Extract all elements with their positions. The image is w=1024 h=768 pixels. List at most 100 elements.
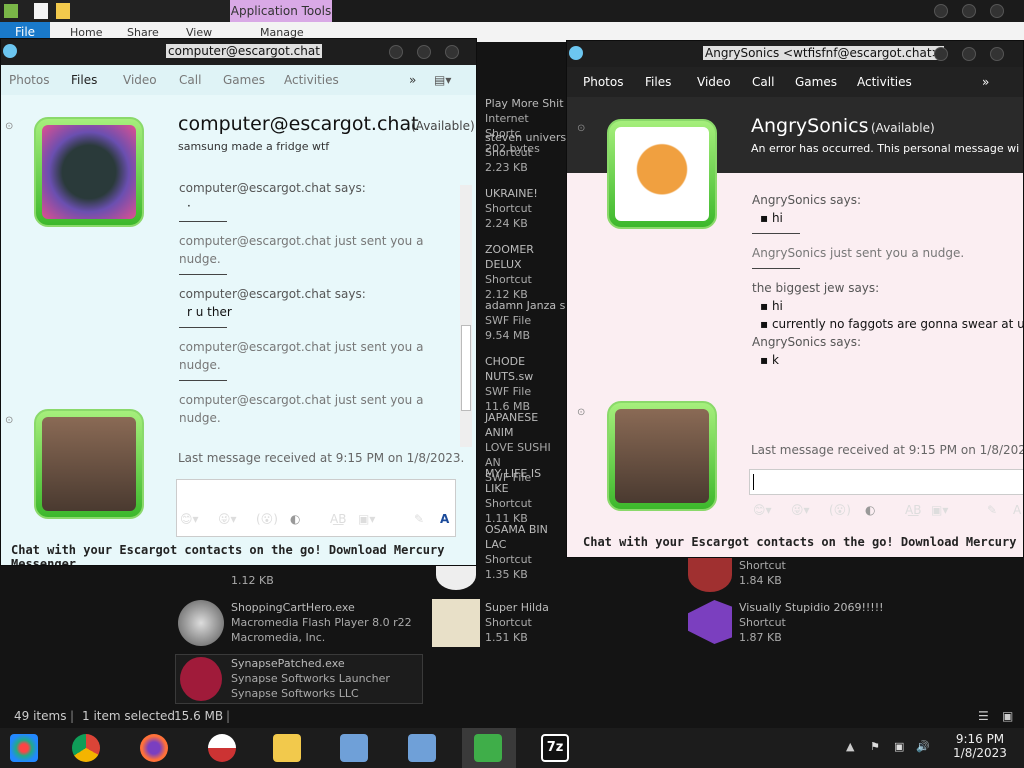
- list-item[interactable]: JAPANESE ANIM LOVE SUSHI AN SWF File: [485, 410, 567, 484]
- message-text: hi: [771, 299, 783, 313]
- network-icon[interactable]: ▣: [894, 740, 904, 753]
- wink-icon[interactable]: 😜▾: [218, 512, 237, 526]
- emoticon-icon[interactable]: 😊▾: [753, 503, 772, 517]
- chrome-icon[interactable]: [72, 734, 100, 762]
- list-item[interactable]: steven univers Shortcut 2.23 KB: [485, 130, 567, 186]
- selection-size: 15.6 MB: [174, 709, 224, 723]
- nav-activities[interactable]: Activities: [284, 73, 339, 87]
- close-icon[interactable]: [990, 4, 1004, 18]
- nav-games[interactable]: Games: [795, 75, 837, 89]
- footer-banner[interactable]: Chat with your Escargot contacts on the …: [11, 543, 476, 565]
- collapse-icon[interactable]: ⊙: [5, 121, 13, 132]
- clock[interactable]: 9:16 PM 1/8/2023: [950, 732, 1010, 760]
- super-hilda-icon: [432, 599, 480, 647]
- font-icon[interactable]: A͟B: [330, 512, 346, 526]
- 7zip-icon[interactable]: 7z: [541, 734, 569, 762]
- message-sender: computer@escargot.chat says:: [179, 287, 366, 301]
- footer-banner[interactable]: Chat with your Escargot contacts on the …: [583, 535, 1023, 549]
- wink-icon[interactable]: 😜▾: [791, 503, 810, 517]
- nudge-notice-cont: nudge.: [179, 252, 221, 266]
- start-icon[interactable]: [10, 734, 38, 762]
- folder-icon[interactable]: [56, 3, 70, 19]
- flag-icon[interactable]: ⚑: [870, 740, 880, 753]
- obama-icon[interactable]: [208, 734, 236, 762]
- volume-icon[interactable]: 🔊: [916, 740, 930, 753]
- nudge-icon[interactable]: ◐: [290, 512, 300, 526]
- list-item[interactable]: adamn Janza s SWF File 9.54 MB: [485, 298, 567, 354]
- menu-icon[interactable]: ▤▾: [434, 73, 451, 87]
- message-history: computer@escargot.chat says: · computer@…: [179, 179, 459, 427]
- escargot-messenger-icon[interactable]: [474, 734, 502, 762]
- message-body: ▪ hi: [760, 299, 783, 313]
- text-format-icon[interactable]: A: [440, 512, 449, 526]
- application-tools-tab[interactable]: Application Tools: [230, 0, 332, 22]
- more-icon[interactable]: »: [982, 75, 989, 89]
- avatar-image: [42, 417, 136, 511]
- collapse-icon[interactable]: ⊙: [577, 123, 585, 134]
- list-item[interactable]: Play More Shit Internet Shortc 202 bytes: [485, 72, 567, 155]
- minimize-icon[interactable]: [389, 45, 403, 59]
- nav-games[interactable]: Games: [223, 73, 265, 87]
- nav-call[interactable]: Call: [179, 73, 201, 87]
- shortcut-icon: [688, 558, 732, 592]
- emoticon-icon[interactable]: 😊▾: [180, 512, 199, 526]
- list-item[interactable]: SynapsePatched.exe Synapse Softworks Laun…: [231, 656, 390, 701]
- message-history: AngrySonics says: ▪ hi AngrySonics just …: [752, 191, 1023, 369]
- network-app-icon[interactable]: [340, 734, 368, 762]
- voice-clip-icon[interactable]: (😮): [256, 512, 278, 526]
- close-icon[interactable]: [990, 47, 1004, 61]
- network-app-icon[interactable]: [408, 734, 436, 762]
- list-item[interactable]: MY LIFE IS LIKE Shortcut 1.11 KB: [485, 466, 567, 525]
- list-item[interactable]: 1.12 KB: [231, 573, 274, 588]
- list-item[interactable]: UKRAINE! Shortcut 2.24 KB: [485, 186, 567, 242]
- nav-call[interactable]: Call: [752, 75, 774, 89]
- list-item[interactable]: Visually Stupidio 2069!!!!! Shortcut 1.87 …: [739, 600, 884, 645]
- nudge-notice: computer@escargot.chat just sent you a: [179, 340, 424, 354]
- collapse-icon[interactable]: ⊙: [5, 415, 13, 426]
- nav-files[interactable]: Files: [645, 75, 671, 89]
- list-item[interactable]: ShoppingCartHero.exe Macromedia Flash Pla…: [231, 600, 412, 645]
- list-item[interactable]: Super Hilda Shortcut 1.51 KB: [485, 600, 549, 645]
- details-view-icon[interactable]: ☰: [978, 709, 989, 723]
- maximize-icon[interactable]: [417, 45, 431, 59]
- separator: [179, 221, 227, 222]
- more-icon[interactable]: »: [409, 73, 416, 87]
- text-format-icon[interactable]: A: [1013, 503, 1021, 517]
- message-sender: the biggest jew says:: [752, 281, 880, 295]
- scrollbar[interactable]: [460, 185, 472, 447]
- minimize-icon[interactable]: [934, 47, 948, 61]
- list-item[interactable]: OSAMA BIN LAC Shortcut 1.35 KB: [485, 522, 567, 581]
- maximize-icon[interactable]: [962, 4, 976, 18]
- file-explorer-icon[interactable]: [273, 734, 301, 762]
- list-item[interactable]: Shortcut 1.84 KB: [739, 558, 786, 588]
- nav-photos[interactable]: Photos: [9, 73, 49, 87]
- pen-icon[interactable]: ✎: [414, 512, 424, 526]
- close-icon[interactable]: [445, 45, 459, 59]
- title-bar[interactable]: computer@escargot.chat: [1, 39, 476, 65]
- document-icon[interactable]: [34, 3, 48, 19]
- minimize-icon[interactable]: [934, 4, 948, 18]
- collapse-icon[interactable]: ⊙: [577, 407, 585, 418]
- nav-video[interactable]: Video: [123, 73, 157, 87]
- separator: [752, 268, 800, 269]
- list-item[interactable]: CHODE NUTS.sw SWF File 11.6 MB: [485, 354, 567, 413]
- nudge-icon[interactable]: ◐: [865, 503, 875, 517]
- tiles-view-icon[interactable]: ▣: [1002, 709, 1013, 723]
- nav-files[interactable]: Files: [71, 73, 97, 87]
- firefox-icon[interactable]: [140, 734, 168, 762]
- nav-video[interactable]: Video: [697, 75, 731, 89]
- tray-expand-icon[interactable]: ▲: [846, 740, 854, 753]
- title-bar[interactable]: AngrySonics <wtfisfnf@escargot.chat>: [567, 41, 1023, 67]
- selection-count: 1 item selected: [82, 709, 176, 723]
- nav-photos[interactable]: Photos: [583, 75, 623, 89]
- list-item[interactable]: ZOOMER DELUX Shortcut 2.12 KB: [485, 242, 567, 301]
- font-icon[interactable]: A͟B: [905, 503, 921, 517]
- voice-clip-icon[interactable]: (😮): [829, 503, 851, 517]
- message-input[interactable]: [749, 469, 1023, 495]
- background-icon[interactable]: ▣▾: [358, 512, 375, 526]
- scrollbar-thumb[interactable]: [461, 325, 471, 411]
- nav-activities[interactable]: Activities: [857, 75, 912, 89]
- pen-icon[interactable]: ✎: [987, 503, 997, 517]
- maximize-icon[interactable]: [962, 47, 976, 61]
- background-icon[interactable]: ▣▾: [931, 503, 948, 517]
